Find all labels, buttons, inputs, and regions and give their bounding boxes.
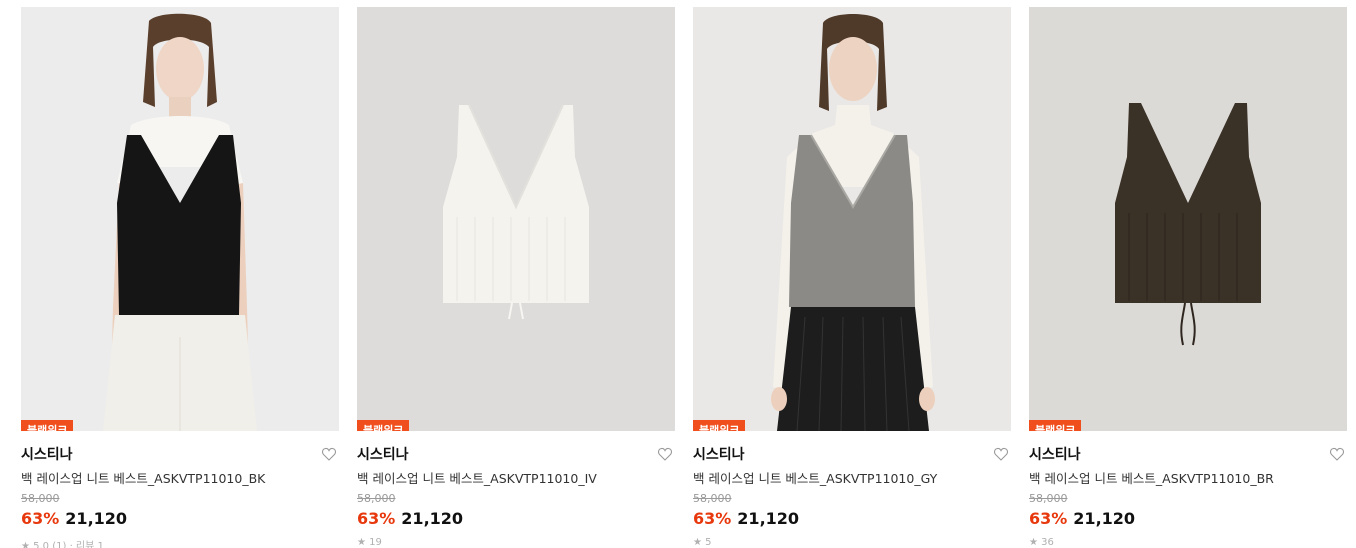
promo-badge: 블랙위크 [693,420,746,431]
brand-row: 시스티나 [357,444,675,466]
heart-outline-icon[interactable] [657,446,673,462]
product-name[interactable]: 백 레이스업 니트 베스트_ASKVTP11010_IV [357,468,675,488]
product-image[interactable]: 블랙위크 [693,7,1011,431]
discount-rate: 63% [357,509,396,528]
original-price: 58,000 [1029,492,1068,505]
rating-summary: ★ 5 [693,537,712,548]
product-grid: 블랙위크 시스티나 백 레이스업 니트 베스트_ASKVTP11010_BK 5… [0,0,1356,548]
product-image[interactable]: 블랙위크 [21,7,339,431]
sale-price: 21,120 [1073,509,1136,528]
price-line: 63% 21,120 [1029,509,1347,531]
rating-summary: ★ 19 [357,537,382,548]
product-name[interactable]: 백 레이스업 니트 베스트_ASKVTP11010_BK [21,468,339,488]
promo-badge: 블랙위크 [21,420,74,431]
price-line: 63% 21,120 [693,509,1011,531]
product-card[interactable]: 블랙위크 시스티나 백 레이스업 니트 베스트_ASKVTP11010_IV 5… [357,7,675,548]
sale-price: 21,120 [401,509,464,528]
brand-row: 시스티나 [21,444,339,466]
product-image[interactable]: 블랙위크 [1029,7,1347,431]
brand-row: 시스티나 [693,444,1011,466]
rating-summary: ★ 5.0 (1) · 리뷰 1 [21,541,104,548]
discount-rate: 63% [1029,509,1068,528]
brand-name[interactable]: 시스티나 [357,447,409,463]
product-image[interactable]: 블랙위크 [357,7,675,431]
brand-name[interactable]: 시스티나 [693,447,745,463]
price-line: 63% 21,120 [357,509,675,531]
original-price: 58,000 [693,492,732,505]
brand-name[interactable]: 시스티나 [21,447,73,463]
product-card[interactable]: 블랙위크 시스티나 백 레이스업 니트 베스트_ASKVTP11010_BR 5… [1029,7,1347,548]
heart-outline-icon[interactable] [993,446,1009,462]
sale-price: 21,120 [737,509,800,528]
brand-row: 시스티나 [1029,444,1347,466]
sale-price: 21,120 [65,509,128,528]
heart-outline-icon[interactable] [321,446,337,462]
rating-summary: ★ 36 [1029,537,1054,548]
original-price: 58,000 [357,492,396,505]
product-name[interactable]: 백 레이스업 니트 베스트_ASKVTP11010_BR [1029,468,1347,488]
heart-outline-icon[interactable] [1329,446,1345,462]
promo-badge: 블랙위크 [1029,420,1082,431]
brand-name[interactable]: 시스티나 [1029,447,1081,463]
original-price: 58,000 [21,492,60,505]
product-card[interactable]: 블랙위크 시스티나 백 레이스업 니트 베스트_ASKVTP11010_BK 5… [21,7,339,548]
product-name[interactable]: 백 레이스업 니트 베스트_ASKVTP11010_GY [693,468,1011,488]
promo-badge: 블랙위크 [357,420,410,431]
price-line: 63% 21,120 [21,509,339,531]
discount-rate: 63% [693,509,732,528]
discount-rate: 63% [21,509,60,528]
product-card[interactable]: 블랙위크 시스티나 백 레이스업 니트 베스트_ASKVTP11010_GY 5… [693,7,1011,548]
